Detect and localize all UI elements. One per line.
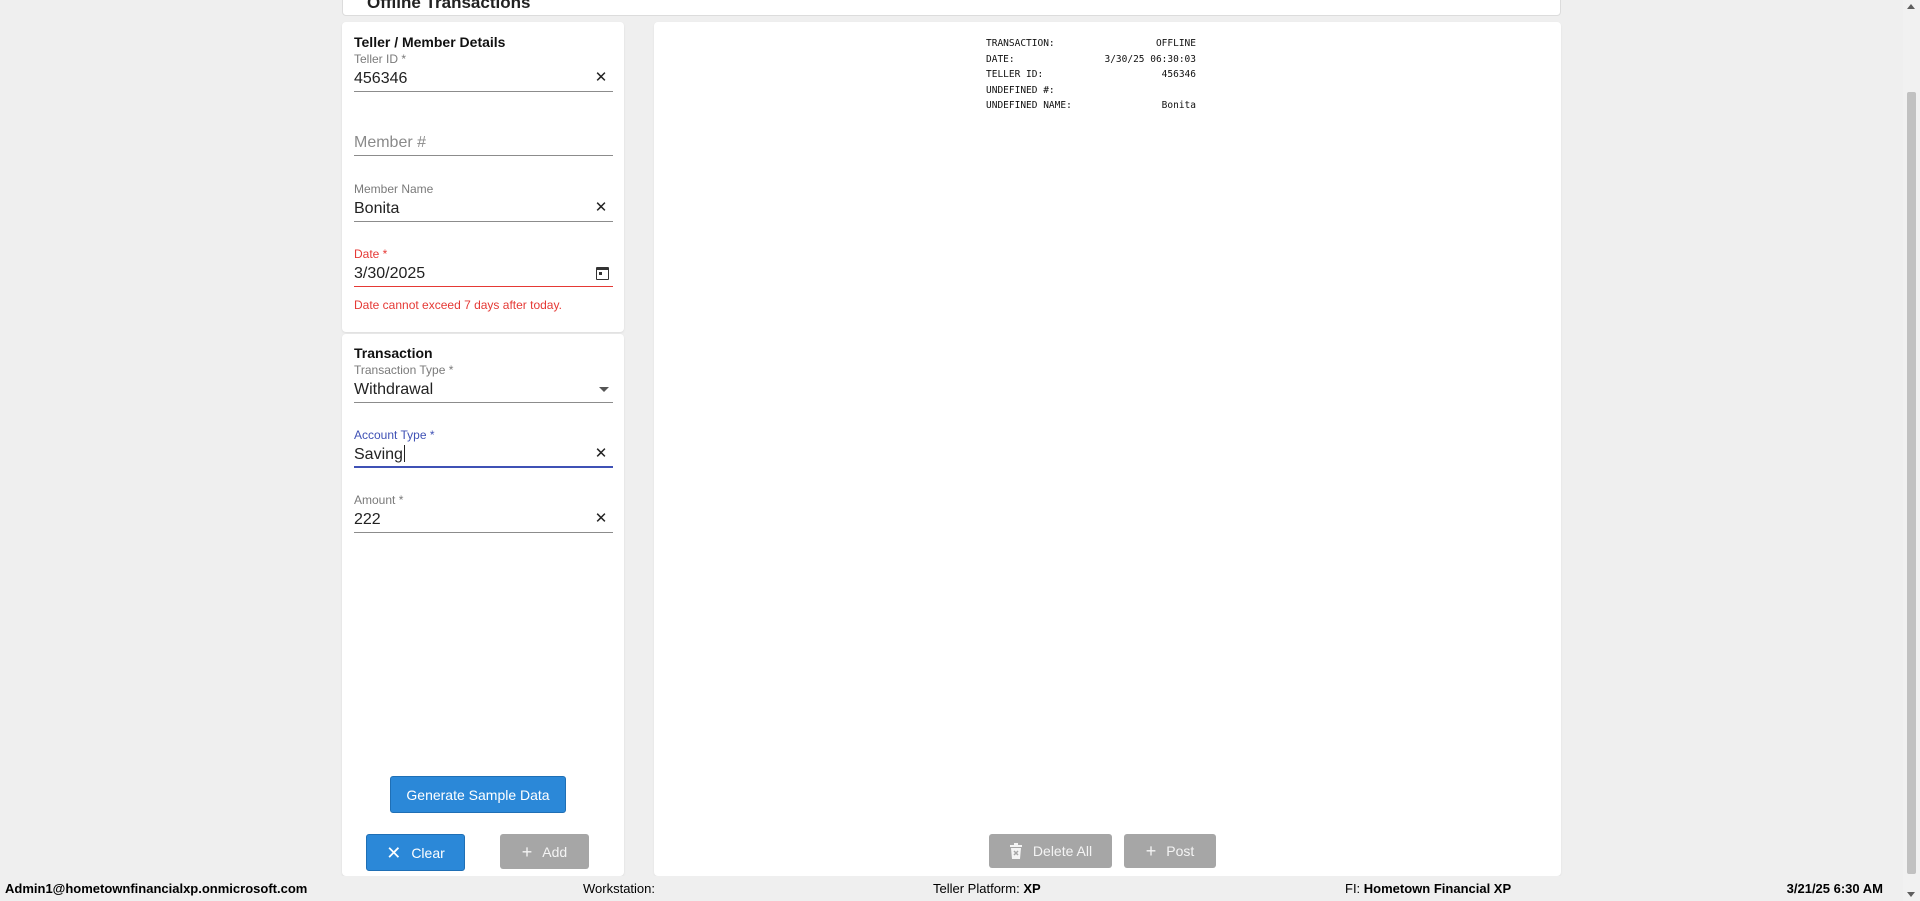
chevron-down-icon[interactable] bbox=[599, 387, 609, 392]
transaction-card: Transaction Transaction Type * Withdrawa… bbox=[342, 334, 624, 876]
delete-all-button[interactable]: Delete All bbox=[989, 834, 1112, 868]
status-bar: Admin1@hometownfinancialxp.onmicrosoft.c… bbox=[0, 876, 1903, 901]
receipt-key: DATE: bbox=[986, 53, 1015, 65]
receipt-key: UNDEFINED #: bbox=[986, 84, 1055, 96]
generate-sample-data-label: Generate Sample Data bbox=[406, 786, 550, 803]
member-name-label: Member Name bbox=[354, 182, 434, 196]
member-number-field[interactable]: Member # bbox=[354, 116, 613, 168]
receipt: TRANSACTION: OFFLINE DATE: 3/30/25 06:30… bbox=[986, 36, 1196, 114]
clear-amount-icon[interactable]: ✕ bbox=[593, 511, 609, 527]
receipt-value: OFFLINE bbox=[1155, 38, 1196, 49]
generate-sample-data-button[interactable]: Generate Sample Data bbox=[390, 776, 566, 813]
account-type-field[interactable]: Account Type * Saving ✕ bbox=[354, 428, 613, 480]
status-user-value: Admin1@hometownfinancialxp.onmicrosoft.c… bbox=[5, 881, 308, 896]
account-type-underline bbox=[354, 466, 613, 468]
page-scrollbar[interactable] bbox=[1903, 0, 1920, 901]
receipt-preview-panel: TRANSACTION: OFFLINE DATE: 3/30/25 06:30… bbox=[654, 22, 1561, 876]
transaction-type-label: Transaction Type * bbox=[354, 363, 454, 377]
plus-icon: + bbox=[1145, 841, 1157, 861]
amount-underline bbox=[354, 532, 613, 533]
details-section-title: Teller / Member Details bbox=[354, 34, 506, 50]
amount-field[interactable]: Amount * 222 ✕ bbox=[354, 493, 613, 545]
trash-icon bbox=[1009, 843, 1022, 859]
clear-member-name-icon[interactable]: ✕ bbox=[593, 200, 609, 216]
teller-id-label: Teller ID * bbox=[354, 52, 407, 66]
account-type-value: Saving bbox=[354, 446, 403, 463]
amount-label: Amount * bbox=[354, 493, 404, 507]
receipt-value: 3/30/25 06:30:03 bbox=[1104, 53, 1196, 65]
receipt-key: TELLER ID: bbox=[986, 69, 1044, 80]
clear-teller-id-icon[interactable]: ✕ bbox=[593, 70, 609, 86]
fi-label: FI: bbox=[1345, 881, 1361, 896]
date-error-message: Date cannot exceed 7 days after today. bbox=[354, 298, 562, 312]
workstation-label: Workstation: bbox=[583, 881, 656, 896]
teller-member-details-card: Teller / Member Details Teller ID * 4563… bbox=[342, 22, 624, 332]
amount-value[interactable]: 222 bbox=[354, 509, 584, 531]
date-label: Date * bbox=[354, 247, 388, 261]
add-button[interactable]: + Add bbox=[500, 834, 589, 869]
clear-button-label: Clear bbox=[411, 844, 445, 861]
text-cursor bbox=[403, 445, 405, 462]
scroll-up-icon[interactable] bbox=[1907, 4, 1915, 9]
page-header: Offline Transactions bbox=[342, 0, 1561, 16]
close-icon: ✕ bbox=[386, 842, 402, 863]
member-number-underline bbox=[354, 155, 613, 156]
receipt-row: TELLER ID: 456346 bbox=[986, 67, 1196, 83]
member-name-field[interactable]: Member Name Bonita ✕ bbox=[354, 182, 613, 234]
transaction-type-select[interactable]: Transaction Type * Withdrawal bbox=[354, 363, 613, 415]
receipt-row: DATE: 3/30/25 06:30:03 bbox=[986, 52, 1196, 68]
status-fi: FI: Hometown Financial XP bbox=[1345, 881, 1511, 896]
status-platform: Teller Platform: XP bbox=[933, 881, 1041, 896]
receipt-row: TRANSACTION: OFFLINE bbox=[986, 36, 1196, 52]
platform-value: XP bbox=[1023, 881, 1041, 896]
receipt-row: UNDEFINED #: bbox=[986, 83, 1196, 99]
receipt-key: UNDEFINED NAME: bbox=[986, 100, 1072, 111]
teller-id-underline bbox=[354, 91, 613, 92]
member-name-underline bbox=[354, 221, 613, 222]
date-value[interactable]: 3/30/2025 bbox=[354, 263, 584, 285]
form-panel: Teller / Member Details Teller ID * 4563… bbox=[342, 22, 624, 876]
calendar-icon[interactable] bbox=[596, 267, 609, 280]
platform-label: Teller Platform: bbox=[933, 881, 1020, 896]
receipt-value: 456346 bbox=[1161, 69, 1196, 80]
account-type-input[interactable]: Saving bbox=[354, 444, 584, 466]
receipt-key: TRANSACTION: bbox=[986, 38, 1055, 49]
clear-button[interactable]: ✕ Clear bbox=[366, 834, 465, 871]
status-datetime-value: 3/21/25 6:30 AM bbox=[1786, 881, 1883, 896]
plus-icon: + bbox=[521, 841, 533, 862]
transaction-type-underline bbox=[354, 402, 613, 403]
add-button-label: Add bbox=[542, 843, 568, 860]
date-field[interactable]: Date * 3/30/2025 bbox=[354, 247, 613, 299]
status-workstation: Workstation: bbox=[583, 881, 655, 896]
receipt-row: UNDEFINED NAME: Bonita bbox=[986, 98, 1196, 114]
transaction-section-title: Transaction bbox=[354, 345, 433, 361]
post-button[interactable]: + Post bbox=[1124, 834, 1216, 868]
clear-account-type-icon[interactable]: ✕ bbox=[593, 446, 609, 462]
status-user: Admin1@hometownfinancialxp.onmicrosoft.c… bbox=[5, 881, 307, 896]
receipt-value: Bonita bbox=[1161, 100, 1196, 111]
member-name-value[interactable]: Bonita bbox=[354, 198, 584, 220]
member-number-placeholder[interactable]: Member # bbox=[354, 132, 426, 154]
teller-id-value[interactable]: 456346 bbox=[354, 68, 584, 90]
date-underline bbox=[354, 286, 613, 287]
teller-id-field[interactable]: Teller ID * 456346 ✕ bbox=[354, 52, 613, 104]
transaction-type-value[interactable]: Withdrawal bbox=[354, 379, 584, 401]
status-datetime: 3/21/25 6:30 AM bbox=[1787, 881, 1883, 896]
post-button-label: Post bbox=[1166, 843, 1195, 859]
delete-all-label: Delete All bbox=[1032, 843, 1093, 859]
scrollbar-thumb[interactable] bbox=[1907, 92, 1916, 874]
fi-value: Hometown Financial XP bbox=[1363, 881, 1512, 896]
page-title: Offline Transactions bbox=[367, 0, 531, 12]
scroll-down-icon[interactable] bbox=[1907, 892, 1915, 897]
account-type-label: Account Type * bbox=[354, 428, 435, 442]
